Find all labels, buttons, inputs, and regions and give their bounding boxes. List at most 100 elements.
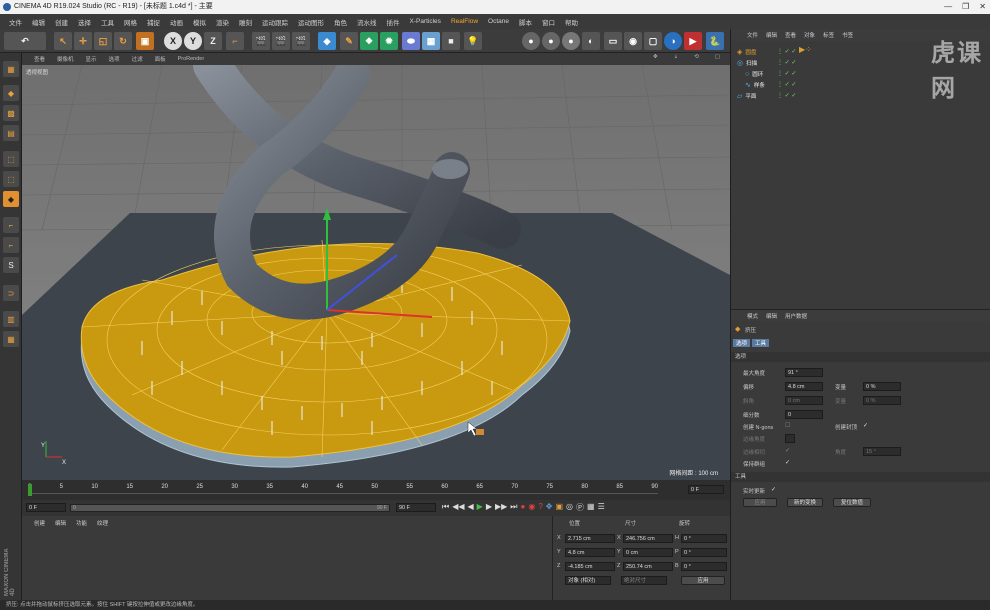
key-scale-icon[interactable]: ▣ bbox=[555, 502, 563, 513]
end-frame-field[interactable]: 90 F bbox=[396, 503, 436, 512]
axis-mode-icon[interactable]: ⌐ bbox=[3, 217, 19, 233]
object-menu-view[interactable]: 查看 bbox=[785, 31, 796, 39]
octane-render-icon[interactable]: ▶ bbox=[684, 32, 702, 50]
keyframe-help-icon[interactable]: ? bbox=[538, 502, 542, 513]
menu-x-particles[interactable]: X-Particles bbox=[405, 18, 446, 25]
go-to-end-icon[interactable]: ⏭ bbox=[510, 502, 517, 513]
floor-icon[interactable]: ▦ bbox=[422, 32, 440, 50]
close-button[interactable]: ✕ bbox=[979, 0, 986, 14]
realtime-update-checkbox[interactable]: ✓ bbox=[771, 486, 776, 493]
coordinate-system-icon[interactable]: ⌐ bbox=[226, 32, 244, 50]
tab-options[interactable]: 选项 bbox=[733, 339, 751, 347]
range-slider[interactable]: 0 90 F bbox=[70, 504, 390, 512]
rotate-icon[interactable]: ↻ bbox=[114, 32, 132, 50]
viewport-menu-panel[interactable]: 面板 bbox=[149, 55, 172, 63]
edges-mode-icon[interactable]: ⬚ bbox=[3, 171, 19, 187]
next-key-icon[interactable]: ▶▶ bbox=[495, 502, 507, 513]
recent-tool-icon[interactable]: ▣ bbox=[136, 32, 154, 50]
record-icon[interactable]: ● bbox=[521, 502, 526, 513]
coord-mode-select[interactable]: 对象 (相对) bbox=[565, 576, 611, 585]
subdivision-field[interactable]: 0 bbox=[785, 410, 823, 419]
position-y-field[interactable]: 4.8 cm bbox=[565, 548, 615, 557]
object-menu-tags[interactable]: 标签 bbox=[823, 31, 834, 39]
menu-sculpt[interactable]: 雕刻 bbox=[234, 17, 257, 27]
size-y-field[interactable]: 0 cm bbox=[623, 548, 673, 557]
octane-env-icon[interactable]: ▢ bbox=[644, 32, 662, 50]
menu-mesh[interactable]: 网格 bbox=[119, 17, 142, 27]
variance-field-2[interactable]: 0 % bbox=[863, 396, 901, 405]
material-menu-texture[interactable]: 纹理 bbox=[97, 519, 108, 527]
prev-key-icon[interactable]: ◀◀ bbox=[452, 502, 464, 513]
rotation-h-field[interactable]: 0 ° bbox=[681, 534, 727, 543]
apply-coords-button[interactable]: 应用 bbox=[681, 576, 725, 585]
perspective-viewport[interactable]: Y X 透视视图 网格间距 : 100 cm bbox=[21, 46, 731, 480]
key-rotate-icon[interactable]: ◎ bbox=[566, 502, 573, 513]
new-transform-button[interactable]: 新的变换 bbox=[787, 498, 823, 507]
menu-create[interactable]: 创建 bbox=[50, 17, 73, 27]
attr-menu-mode[interactable]: 模式 bbox=[747, 312, 758, 320]
menu-window[interactable]: 窗口 bbox=[537, 17, 560, 27]
create-cap-checkbox[interactable]: ✓ bbox=[863, 422, 868, 429]
orbit-icon[interactable]: ⟲ bbox=[688, 54, 705, 60]
next-frame-icon[interactable]: ▶ bbox=[486, 502, 492, 513]
go-to-start-icon[interactable]: ⏮ bbox=[442, 502, 449, 513]
cloner-icon[interactable]: ✹ bbox=[380, 32, 398, 50]
grid-planes-icon[interactable]: ▦ bbox=[3, 331, 19, 347]
autokey-icon[interactable]: ◉ bbox=[528, 502, 535, 513]
octane-material-icon[interactable]: ● bbox=[542, 32, 560, 50]
pan-icon[interactable]: ✥ bbox=[647, 54, 664, 60]
camera-icon[interactable]: ■ bbox=[442, 32, 460, 50]
size-mode-select[interactable]: 绝对尺寸 bbox=[621, 576, 667, 585]
menu-octane[interactable]: Octane bbox=[483, 18, 514, 25]
lock-workplane-icon[interactable]: ▥ bbox=[3, 311, 19, 327]
octane-mix-icon[interactable]: ◐ bbox=[582, 32, 600, 50]
octane-sphere-icon[interactable]: ● bbox=[522, 32, 540, 50]
menu-edit[interactable]: 编辑 bbox=[27, 17, 50, 27]
undo-icon[interactable]: ↶ bbox=[4, 32, 46, 50]
render-settings-icon[interactable]: 🎬 bbox=[292, 32, 310, 50]
maximize-view-icon[interactable]: ▢ bbox=[709, 54, 726, 60]
viewport-menu-options[interactable]: 选项 bbox=[103, 55, 126, 63]
viewport-menu-display[interactable]: 显示 bbox=[80, 55, 103, 63]
menu-render[interactable]: 渲染 bbox=[211, 17, 234, 27]
polygons-mode-icon[interactable]: ◆ bbox=[3, 191, 19, 207]
tab-tool[interactable]: 工具 bbox=[752, 339, 770, 347]
pen-icon[interactable]: ✎ bbox=[340, 32, 358, 50]
offset-field[interactable]: 4.8 cm bbox=[785, 382, 823, 391]
bevel-field[interactable]: 0 cm bbox=[785, 396, 823, 405]
menu-help[interactable]: 帮助 bbox=[560, 17, 583, 27]
menu-snap[interactable]: 捕捉 bbox=[142, 17, 165, 27]
timeline-menu-icon[interactable]: ☰ bbox=[598, 502, 605, 513]
variance-field-1[interactable]: 0 % bbox=[863, 382, 901, 391]
render-picture-viewer-icon[interactable]: 🎬 bbox=[272, 32, 290, 50]
light-icon[interactable]: 💡 bbox=[464, 32, 482, 50]
edge-angle-field[interactable] bbox=[785, 434, 795, 443]
material-menu-function[interactable]: 功能 bbox=[76, 519, 87, 527]
keep-groups-checkbox[interactable]: ✓ bbox=[785, 459, 790, 466]
position-x-field[interactable]: 2.715 cm bbox=[565, 534, 615, 543]
z-axis-icon[interactable]: Z bbox=[204, 32, 222, 50]
position-z-field[interactable]: -4.185 cm bbox=[565, 562, 615, 571]
timeline-ruler[interactable]: 0 5 10 15 20 25 30 35 40 45 50 55 60 65 … bbox=[22, 480, 730, 500]
move-icon[interactable]: ✛ bbox=[74, 32, 92, 50]
workplane-icon[interactable]: ▤ bbox=[3, 125, 19, 141]
menu-pipeline[interactable]: 流水线 bbox=[352, 17, 382, 27]
apply-tool-button[interactable]: 应用 bbox=[743, 498, 777, 507]
key-move-icon[interactable]: ✥ bbox=[546, 502, 553, 513]
current-frame-field[interactable]: 0 F bbox=[688, 485, 724, 494]
size-z-field[interactable]: 250.74 cm bbox=[623, 562, 673, 571]
menu-animate[interactable]: 动画 bbox=[165, 17, 188, 27]
visibility-checks[interactable]: ⋮ ✓ ✓ ⋮ ✓ ✓ ⋮ ✓ ✓ ⋮ ✓ ✓ ⋮ ✓ ✓ bbox=[777, 47, 796, 102]
menu-character[interactable]: 角色 bbox=[329, 17, 352, 27]
object-menu-objects[interactable]: 对象 bbox=[804, 31, 815, 39]
menu-realflow[interactable]: RealFlow bbox=[446, 18, 483, 25]
rotation-p-field[interactable]: 0 ° bbox=[681, 548, 727, 557]
object-menu-file[interactable]: 文件 bbox=[747, 31, 758, 39]
key-pla-icon[interactable]: ▦ bbox=[587, 502, 595, 513]
menu-file[interactable]: 文件 bbox=[4, 17, 27, 27]
minimize-button[interactable]: — bbox=[944, 0, 952, 14]
viewport-menu-prorender[interactable]: ProRender bbox=[172, 56, 211, 62]
octane-glossy-icon[interactable]: ● bbox=[562, 32, 580, 50]
material-menu-edit[interactable]: 编辑 bbox=[55, 519, 66, 527]
menu-motion-tracking[interactable]: 运动跟踪 bbox=[257, 17, 293, 27]
